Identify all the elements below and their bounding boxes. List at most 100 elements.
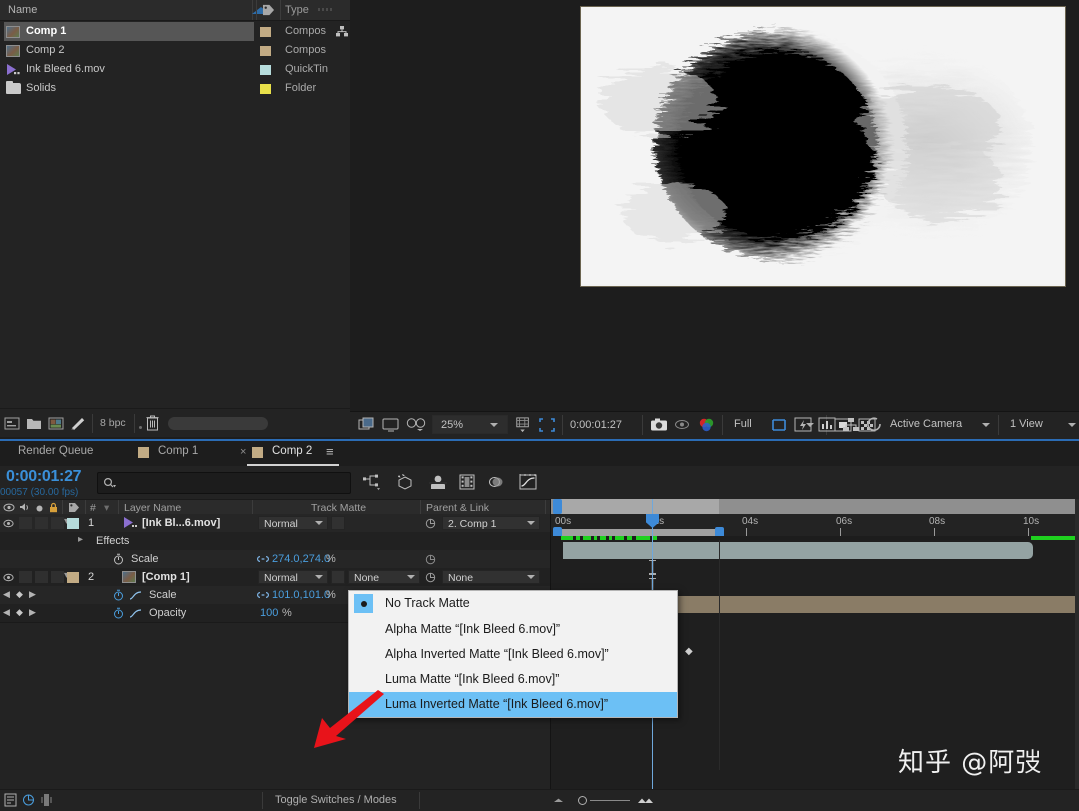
project-item-comp-2[interactable]: Comp 2 Compos bbox=[0, 41, 350, 60]
work-area-start-handle[interactable] bbox=[553, 499, 562, 514]
layer-row-effects-group[interactable]: ▸ Effects bbox=[0, 532, 551, 551]
viewer-timecode[interactable]: 0:00:01:27 bbox=[570, 419, 622, 431]
column-header-type[interactable]: Type bbox=[285, 4, 309, 16]
prev-keyframe-icon[interactable]: ◀ bbox=[3, 607, 10, 618]
always-preview-icon[interactable] bbox=[358, 417, 376, 433]
chevron-down-icon[interactable] bbox=[1068, 423, 1076, 427]
preserve-transparency-cell[interactable] bbox=[331, 516, 345, 530]
parent-pick-whip-icon[interactable] bbox=[425, 554, 436, 565]
stopwatch-enabled-icon[interactable] bbox=[113, 589, 124, 601]
prev-keyframe-icon[interactable]: ◀ bbox=[3, 589, 10, 600]
column-options-icon[interactable] bbox=[318, 8, 332, 11]
chevron-down-icon[interactable] bbox=[982, 423, 990, 427]
new-folder-icon[interactable] bbox=[26, 416, 42, 431]
graph-curve-icon[interactable] bbox=[129, 608, 142, 619]
parent-dropdown[interactable]: 2. Comp 1 bbox=[442, 516, 540, 530]
chevron-down-icon[interactable] bbox=[490, 423, 498, 427]
audio-speaker-icon[interactable] bbox=[19, 502, 31, 513]
project-item-ink-bleed-mov[interactable]: Ink Bleed 6.mov QuickTin bbox=[0, 60, 350, 79]
show-channel-rgb-icon[interactable] bbox=[698, 417, 716, 433]
column-header-track-matte[interactable]: Track Matte bbox=[311, 502, 366, 514]
tab-comp-1[interactable]: Comp 1 bbox=[158, 445, 198, 457]
toggle-switches-modes-label[interactable]: Toggle Switches / Modes bbox=[275, 794, 397, 806]
layer-name[interactable]: [Comp 1] bbox=[142, 571, 190, 583]
pixel-aspect-correction-icon[interactable] bbox=[770, 416, 788, 434]
label-color-swatch[interactable] bbox=[260, 27, 271, 37]
motion-blur-toggle-icon[interactable] bbox=[40, 793, 53, 807]
keyframe-diamond-icon[interactable]: ◆ bbox=[16, 589, 23, 600]
next-keyframe-icon[interactable]: ▶ bbox=[29, 589, 36, 600]
menu-item-luma-inverted-matte[interactable]: Luma Inverted Matte “[Ink Bleed 6.mov]” bbox=[349, 692, 677, 717]
preserve-transparency-cell[interactable] bbox=[331, 570, 345, 584]
column-header-index[interactable]: # bbox=[90, 502, 96, 514]
layer-name[interactable]: [Ink Bl...6.mov] bbox=[142, 517, 220, 529]
layer-row-scale-1[interactable]: Scale 274.0,274.0 % bbox=[0, 550, 551, 569]
take-snapshot-camera-icon[interactable] bbox=[650, 417, 668, 433]
column-header-layer-name[interactable]: Layer Name bbox=[124, 502, 181, 514]
label-color-swatch[interactable] bbox=[260, 65, 271, 75]
view-layout-dropdown[interactable]: 1 View bbox=[1004, 415, 1078, 434]
project-item-comp-1[interactable]: Comp 1 Compos bbox=[0, 22, 350, 41]
label-color-swatch[interactable] bbox=[260, 46, 271, 56]
keyframe-diamond-icon[interactable]: ◆ bbox=[685, 646, 693, 657]
project-item-solids-folder[interactable]: Solids Folder bbox=[0, 79, 350, 98]
next-keyframe-icon[interactable]: ▶ bbox=[29, 607, 36, 618]
video-eye-icon[interactable] bbox=[3, 502, 15, 513]
layer-row-2[interactable]: ▾ 2 [Comp 1] Normal None None bbox=[0, 568, 551, 587]
solo-toggle-cell[interactable] bbox=[35, 571, 48, 583]
menu-item-alpha-inverted-matte[interactable]: Alpha Inverted Matte “[Ink Bleed 6.mov]” bbox=[349, 642, 677, 667]
timeline-current-time[interactable]: 0:00:01:27 bbox=[6, 468, 82, 486]
blend-mode-dropdown[interactable]: Normal bbox=[258, 570, 328, 584]
track-matte-dropdown[interactable]: None bbox=[348, 570, 420, 584]
delete-trash-icon[interactable] bbox=[146, 415, 159, 431]
label-tag-icon[interactable] bbox=[68, 502, 80, 513]
solo-dot-icon[interactable] bbox=[35, 504, 44, 513]
zoom-out-timeline-icon[interactable] bbox=[552, 796, 565, 805]
property-value[interactable]: 100 bbox=[260, 607, 278, 619]
label-tag-icon[interactable] bbox=[262, 4, 275, 16]
tab-render-queue[interactable]: Render Queue bbox=[18, 445, 93, 457]
column-header-name[interactable]: Name bbox=[8, 4, 37, 16]
toggle-switches-modes-icon[interactable] bbox=[4, 793, 17, 807]
camera-view-dropdown[interactable]: Active Camera bbox=[884, 415, 994, 434]
column-header-source-toggle[interactable]: ▾ bbox=[104, 502, 109, 514]
timeline-vertical-scrollbar[interactable] bbox=[1075, 499, 1079, 789]
composition-flowchart-icon[interactable] bbox=[336, 26, 348, 38]
layer-row-1[interactable]: ▾ 1 [Ink Bl...6.mov] Normal 2. Comp 1 bbox=[0, 514, 551, 533]
motion-blur-icon[interactable] bbox=[486, 473, 506, 491]
zoom-in-timeline-icon[interactable] bbox=[637, 795, 655, 806]
comp-renderer-icon[interactable] bbox=[22, 793, 35, 807]
layer-label-swatch[interactable] bbox=[67, 518, 79, 529]
parent-pick-whip-icon[interactable] bbox=[425, 518, 436, 529]
property-value[interactable]: 101.0,101.0 bbox=[272, 589, 330, 601]
link-constrain-icon[interactable] bbox=[257, 591, 269, 599]
hide-shy-layers-icon[interactable] bbox=[427, 473, 449, 491]
parent-pick-whip-icon[interactable] bbox=[425, 572, 436, 583]
lock-toggle-cell[interactable] bbox=[51, 517, 64, 529]
audio-toggle-cell[interactable] bbox=[19, 571, 32, 583]
close-icon[interactable]: × bbox=[240, 446, 246, 458]
show-snapshot-icon[interactable] bbox=[674, 417, 692, 433]
panel-menu-icon[interactable]: ≡ bbox=[326, 444, 334, 459]
timeline-zoom-knob[interactable] bbox=[578, 796, 587, 805]
timeline-graph-editor-icon[interactable] bbox=[818, 416, 836, 434]
bit-depth-label[interactable]: 8 bpc bbox=[100, 417, 126, 429]
label-color-swatch[interactable] bbox=[260, 84, 271, 94]
graph-editor-icon[interactable] bbox=[518, 473, 538, 491]
project-search-field[interactable] bbox=[168, 417, 268, 430]
menu-item-luma-matte[interactable]: Luma Matte “[Ink Bleed 6.mov]” bbox=[349, 667, 677, 692]
enable-frame-blending-icon[interactable] bbox=[457, 473, 477, 491]
layer-bar-ink-bleed[interactable] bbox=[563, 542, 1033, 559]
expand-effects-icon[interactable]: ▸ bbox=[78, 534, 83, 545]
interpret-footage-icon[interactable] bbox=[4, 416, 20, 431]
3d-glasses-icon[interactable] bbox=[406, 417, 426, 433]
timeline-search-input[interactable] bbox=[97, 472, 351, 494]
column-header-parent-link[interactable]: Parent & Link bbox=[426, 502, 489, 514]
fast-previews-icon[interactable] bbox=[794, 416, 812, 434]
stopwatch-icon[interactable] bbox=[113, 553, 124, 565]
new-composition-icon[interactable] bbox=[48, 416, 64, 431]
video-eye-icon[interactable] bbox=[3, 518, 14, 529]
lock-icon[interactable] bbox=[48, 502, 59, 513]
keyframe-diamond-icon[interactable]: ◆ bbox=[16, 607, 23, 618]
project-settings-icon[interactable] bbox=[70, 416, 86, 431]
